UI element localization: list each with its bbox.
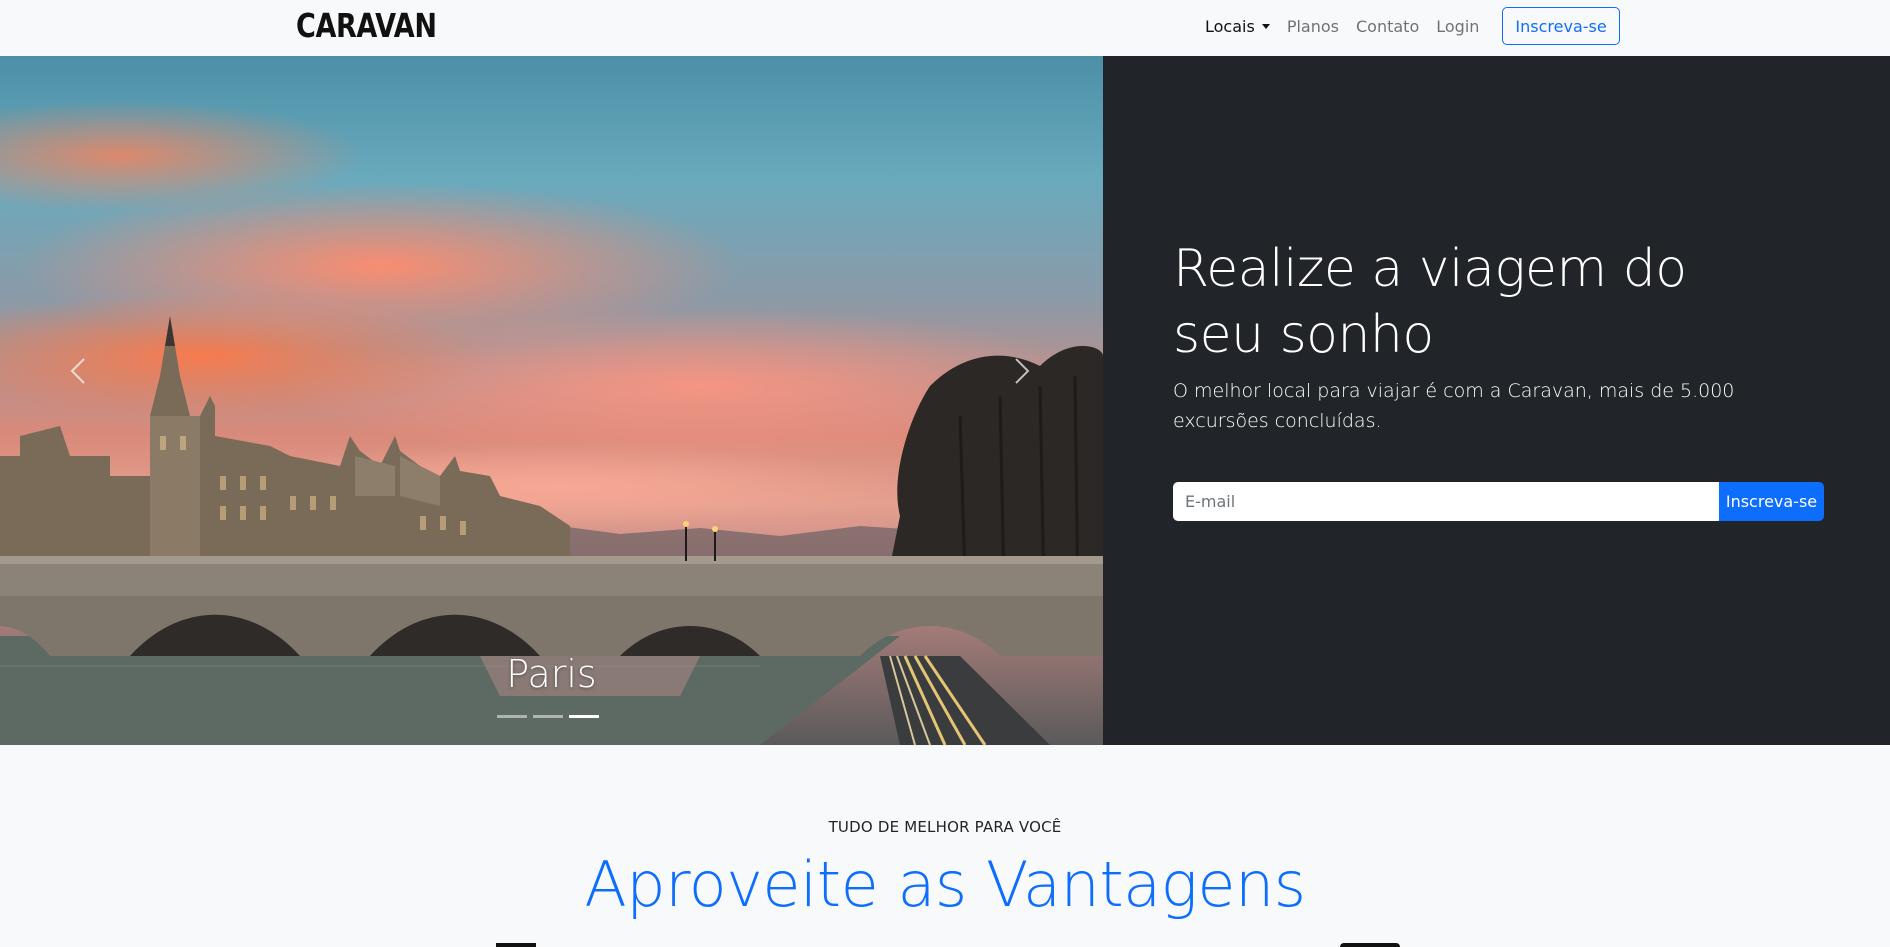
email-input[interactable] bbox=[1173, 482, 1719, 521]
nav-item-label: Locais bbox=[1205, 16, 1255, 36]
carousel-caption: Paris bbox=[506, 652, 597, 696]
nav-item-login[interactable]: Login bbox=[1436, 17, 1479, 36]
section-title: Aproveite as Vantagens bbox=[584, 848, 1306, 921]
nav-item-contato[interactable]: Contato bbox=[1356, 17, 1419, 36]
carousel-indicator-active[interactable] bbox=[569, 715, 599, 718]
carousel-prev-button[interactable] bbox=[64, 356, 94, 386]
carousel-indicators bbox=[497, 715, 605, 718]
nav-menu: Locais Planos Contato Login Inscreva-se bbox=[1205, 0, 1620, 52]
hero-headline: Realize a viagem do seu sonho bbox=[1173, 239, 1687, 365]
paris-scene-image bbox=[0, 316, 1103, 745]
hero-lead: O melhor local para viajar é com a Carav… bbox=[1173, 380, 1735, 432]
nav-item-planos[interactable]: Planos bbox=[1287, 17, 1339, 36]
carousel-indicator[interactable] bbox=[497, 715, 527, 718]
hero-section: Paris Realize a viagem do seu sonho O me… bbox=[0, 56, 1890, 745]
nav-item-locais[interactable]: Locais bbox=[1205, 17, 1270, 36]
signup-nav-button[interactable]: Inscreva-se bbox=[1502, 7, 1620, 45]
section-eyebrow: TUDO DE MELHOR PARA VOCÊ bbox=[828, 818, 1062, 836]
brand-logo[interactable]: CARAVAN bbox=[296, 6, 437, 45]
feature-icon-partial bbox=[496, 943, 536, 947]
chevron-right-icon bbox=[1015, 358, 1030, 384]
image-carousel: Paris bbox=[0, 56, 1103, 745]
carousel-next-button[interactable] bbox=[1006, 356, 1036, 386]
chevron-left-icon bbox=[70, 358, 85, 384]
signup-form: Inscreva-se bbox=[1173, 482, 1824, 521]
signup-submit-button[interactable]: Inscreva-se bbox=[1719, 482, 1824, 521]
caret-down-icon bbox=[1261, 23, 1270, 29]
navbar: CARAVAN Locais Planos Contato Login Insc… bbox=[0, 0, 1890, 56]
signup-panel: Realize a viagem do seu sonho O melhor l… bbox=[1103, 56, 1890, 745]
carousel-slide bbox=[0, 56, 1103, 745]
feature-icon-partial bbox=[1340, 943, 1400, 947]
carousel-indicator[interactable] bbox=[533, 715, 563, 718]
